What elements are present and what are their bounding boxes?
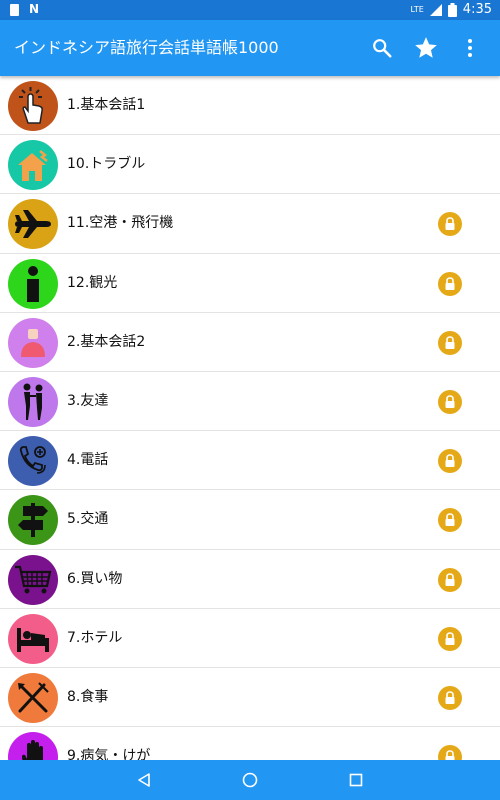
lock-icon xyxy=(445,454,455,468)
recents-icon xyxy=(349,773,363,787)
list-item[interactable]: 11.空港・飛行機 xyxy=(0,194,500,254)
lock-icon xyxy=(445,513,455,527)
lock-badge xyxy=(438,271,462,296)
friends-icon xyxy=(8,376,58,427)
list-item[interactable]: 10.トラブル xyxy=(0,135,500,195)
list-item[interactable]: 5.交通 xyxy=(0,490,500,550)
list-item-label: 8.食事 xyxy=(67,688,109,705)
list-item-label: 10.トラブル xyxy=(67,156,146,173)
page-title: インドネシア語旅行会話単語帳1000 xyxy=(14,38,279,57)
cart-icon xyxy=(8,554,58,605)
list-item[interactable]: 7.ホテル xyxy=(0,609,500,668)
tap-hand-icon xyxy=(8,81,58,131)
phone-icon xyxy=(8,436,58,487)
notification-n-icon: N xyxy=(29,2,40,16)
lock-badge xyxy=(438,626,462,651)
list-item[interactable]: 3.友達 xyxy=(0,372,500,432)
hand-icon xyxy=(8,732,58,760)
battery-icon xyxy=(447,2,457,17)
back-button[interactable] xyxy=(91,760,197,800)
list-item-label: 11.空港・飛行機 xyxy=(67,215,174,232)
signpost-icon xyxy=(8,495,58,546)
list-item-label: 1.基本会話1 xyxy=(67,97,146,113)
star-icon xyxy=(415,37,437,58)
clock: 4:35 xyxy=(462,2,492,17)
recents-button[interactable] xyxy=(303,760,409,800)
search-button[interactable] xyxy=(362,28,402,68)
signal-icon xyxy=(429,3,442,16)
favorites-button[interactable] xyxy=(406,28,446,68)
list-item[interactable]: 9.病気・けが xyxy=(0,727,500,760)
app-bar: インドネシア語旅行会話単語帳1000 xyxy=(0,20,500,76)
lock-badge xyxy=(438,508,462,533)
lock-icon xyxy=(445,395,455,408)
sim-card-icon xyxy=(10,3,19,16)
list-item[interactable]: 12.観光 xyxy=(0,254,500,313)
airplane-icon xyxy=(8,199,58,250)
list-item[interactable]: 4.電話 xyxy=(0,431,500,491)
list-item[interactable]: 6.買い物 xyxy=(0,550,500,609)
list-item-label: 12.観光 xyxy=(67,274,118,291)
broken-house-icon xyxy=(8,140,58,191)
home-button[interactable] xyxy=(197,760,303,800)
lock-badge xyxy=(438,567,462,592)
list-item-label: 9.病気・けが xyxy=(67,748,151,760)
lock-icon xyxy=(445,691,455,704)
lock-badge xyxy=(438,389,462,414)
list-item-label: 7.ホテル xyxy=(67,629,123,646)
list-item[interactable]: 2.基本会話2 xyxy=(0,313,500,372)
list-item-label: 5.交通 xyxy=(67,511,109,528)
lock-icon xyxy=(445,631,455,645)
lock-badge xyxy=(438,745,462,760)
person-icon xyxy=(8,317,58,368)
lock-badge xyxy=(438,685,462,710)
lock-badge xyxy=(438,330,462,355)
list-item-label: 3.友達 xyxy=(67,392,109,409)
back-icon xyxy=(138,773,150,787)
lock-icon xyxy=(445,217,455,231)
bed-icon xyxy=(8,613,58,664)
lock-icon xyxy=(445,750,455,760)
list-item[interactable]: 1.基本会話1 xyxy=(0,76,500,136)
fork-knife-icon xyxy=(8,672,58,723)
lock-icon xyxy=(445,335,455,349)
more-vert-icon xyxy=(468,39,472,57)
search-icon xyxy=(373,39,392,58)
list-item-label: 6.買い物 xyxy=(67,570,123,587)
status-bar: N LTE 4:35 xyxy=(0,0,500,20)
more-options-button[interactable] xyxy=(450,28,490,68)
info-icon xyxy=(8,258,58,309)
list-item[interactable]: 8.食事 xyxy=(0,668,500,728)
lock-badge xyxy=(438,212,462,237)
lock-icon xyxy=(445,276,455,290)
home-icon xyxy=(242,772,258,788)
category-list[interactable]: 1.基本会話1 10.トラブル 11.空港・飛行機 12.観光 2.基本会話2 … xyxy=(0,76,500,760)
lock-badge xyxy=(438,449,462,474)
network-type: LTE xyxy=(410,5,424,14)
lock-icon xyxy=(445,572,455,586)
list-item-label: 2.基本会話2 xyxy=(67,333,146,350)
list-item-label: 4.電話 xyxy=(67,452,109,469)
navigation-bar xyxy=(0,760,500,800)
